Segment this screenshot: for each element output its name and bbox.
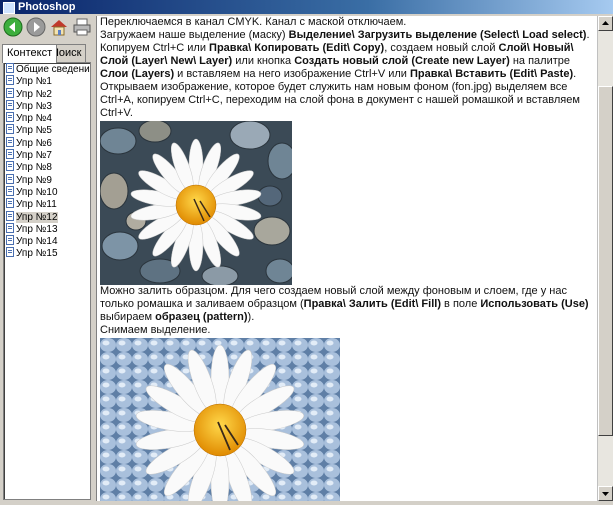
vertical-scrollbar[interactable] xyxy=(597,16,613,501)
document-icon xyxy=(6,63,14,73)
nav-tabs: Контекст Поиск xyxy=(0,44,93,63)
up-arrow-icon xyxy=(602,21,609,25)
forward-button[interactable] xyxy=(26,17,46,37)
tree-item-label: Упр №12 xyxy=(16,211,58,223)
tree-item[interactable]: Упр №4 xyxy=(4,112,90,124)
back-button[interactable] xyxy=(3,17,23,37)
paragraph-copy-layer: Копируем Ctrl+C или Правка\ Копировать (… xyxy=(100,42,577,80)
document-icon xyxy=(6,99,14,110)
document-icon xyxy=(6,247,14,258)
tree-item-label: Упр №13 xyxy=(16,223,58,235)
document-icon xyxy=(6,198,14,209)
contents-tree: Общие сведения Упр №1 Упр №2 Упр №3 Упр №4 Уп… xyxy=(3,62,91,500)
tree-item-label: Упр №7 xyxy=(16,150,52,162)
tree-item-label: Упр №10 xyxy=(16,186,58,198)
document-icon xyxy=(6,136,14,147)
tree-item[interactable]: Упр №3 xyxy=(4,99,90,112)
tree-item-label: Упр №4 xyxy=(16,113,52,125)
paragraph-background: Открываем изображение, которое будет слу… xyxy=(100,81,580,119)
tree-item-label: Упр №9 xyxy=(16,174,52,186)
home-icon xyxy=(51,20,67,36)
document-icon xyxy=(6,222,14,233)
content-pane: Переключаемся в канал CMYK. Канал с маск… xyxy=(96,16,597,501)
tree-item-label: Упр №1 xyxy=(16,76,52,88)
article: Переключаемся в канал CMYK. Канал с маск… xyxy=(97,16,597,501)
tree-item[interactable]: Упр №6 xyxy=(4,136,90,149)
tree-item-label: Упр №8 xyxy=(16,162,52,174)
back-arrow-icon xyxy=(3,17,23,37)
tab-context[interactable]: Контекст xyxy=(2,44,58,63)
tree-item-label: Упр №6 xyxy=(16,137,52,149)
paragraph-load-selection: Загружаем наше выделение (маску) Выделен… xyxy=(100,29,590,41)
document-icon xyxy=(6,124,14,135)
document-icon xyxy=(6,185,14,196)
tree-item-label: Упр №15 xyxy=(16,248,58,260)
document-icon xyxy=(6,210,14,221)
app-icon xyxy=(3,2,15,14)
daisy-on-pattern-image xyxy=(100,338,340,501)
down-arrow-icon xyxy=(602,492,609,496)
forward-arrow-icon xyxy=(26,17,46,37)
scroll-down-button[interactable] xyxy=(598,486,613,501)
tree-item[interactable]: Общие сведения xyxy=(4,63,90,75)
tree-item[interactable]: Упр №7 xyxy=(4,149,90,161)
tree-item-label: Общие сведения xyxy=(16,64,91,75)
title-bar: Photoshop xyxy=(0,0,613,14)
print-button[interactable] xyxy=(72,17,92,37)
tree-item-label: Упр №2 xyxy=(16,88,52,100)
document-icon xyxy=(6,235,14,246)
tree-item[interactable]: Упр №5 xyxy=(4,124,90,136)
window-title: Photoshop xyxy=(18,1,76,13)
tree-item[interactable]: Упр №10 xyxy=(4,185,90,198)
tree-item[interactable]: Упр №12 xyxy=(4,210,90,223)
scroll-up-button[interactable] xyxy=(598,16,613,31)
tree-item[interactable]: Упр №13 xyxy=(4,222,90,235)
tree-item-label: Упр №14 xyxy=(16,236,58,248)
tree-item-label: Упр №5 xyxy=(16,125,52,137)
home-button[interactable] xyxy=(49,17,69,37)
paragraph-cmyk: Переключаемся в канал CMYK. Канал с маск… xyxy=(100,16,407,28)
document-icon xyxy=(6,161,14,172)
tree-item[interactable]: Упр №9 xyxy=(4,173,90,186)
tree-item[interactable]: Упр №1 xyxy=(4,75,90,87)
scrollbar-thumb[interactable] xyxy=(598,86,613,436)
tree-item[interactable]: Упр №8 xyxy=(4,161,90,173)
tree-item[interactable]: Упр №15 xyxy=(4,247,90,259)
paragraph-pattern: Можно залить образцом. Для чего создаем … xyxy=(100,285,589,323)
document-icon xyxy=(6,87,14,98)
paragraph-deselect: Снимаем выделение. xyxy=(100,324,211,336)
document-icon xyxy=(6,75,14,86)
daisy-on-stones-image xyxy=(100,121,292,285)
tree-item[interactable]: Упр №11 xyxy=(4,198,90,210)
document-icon xyxy=(6,149,14,160)
printer-icon xyxy=(73,18,91,36)
document-icon xyxy=(6,112,14,123)
tree-item[interactable]: Упр №14 xyxy=(4,235,90,247)
document-icon xyxy=(6,173,14,184)
tree-item-label: Упр №11 xyxy=(16,199,57,211)
tree-item[interactable]: Упр №2 xyxy=(4,87,90,100)
toolbar xyxy=(0,14,93,42)
tree-item-label: Упр №3 xyxy=(16,100,52,112)
